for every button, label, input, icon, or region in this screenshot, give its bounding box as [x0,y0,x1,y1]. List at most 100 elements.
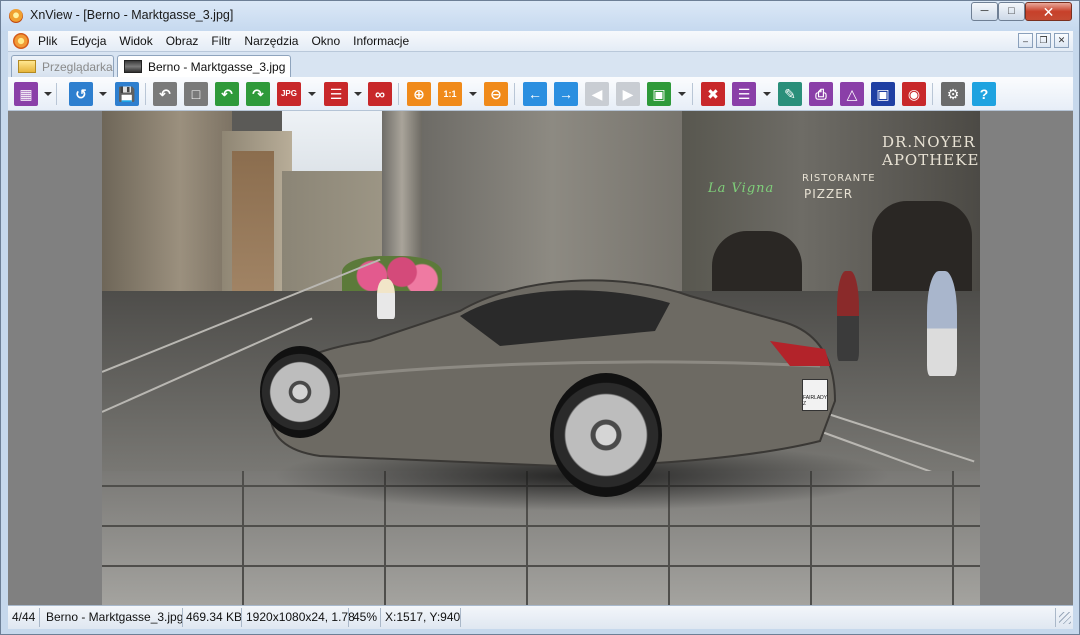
capture-icon[interactable]: ▣ [871,82,895,106]
image-pedestrian [927,271,957,376]
tab-image-viewer[interactable]: Berno - Marktgasse_3.jpg [117,55,291,77]
image-sign-pharmacy-2: APOTHEKE [882,151,980,169]
minimize-icon: ─ [980,5,989,17]
adjust-icon[interactable]: ☰ [324,82,348,106]
image-sign-pizzeria: PIZZER [804,187,854,201]
menu-filtr[interactable]: Filtr [211,34,231,48]
status-coordinates: X:1517, Y:940 [385,610,461,624]
zoom-in-icon[interactable]: ⊕ [407,82,431,106]
status-separator [380,608,381,627]
mdi-close-button[interactable]: ✕ [1054,33,1069,48]
tab-bar: Przeglądarka Berno - Marktgasse_3.jpg [8,52,1073,77]
status-image-index: 4/44 [12,610,36,624]
rotate-right-icon[interactable]: ↷ [246,82,270,106]
status-separator [1055,608,1056,627]
previous-icon[interactable]: ← [523,82,547,106]
tab-image-label: Berno - Marktgasse_3.jpg [148,59,286,74]
app-window: XnView - [Berno - Marktgasse_3.jpg] ─ □ … [0,0,1080,635]
close-icon: ✕ [1042,3,1055,20]
zoom-actual-icon[interactable]: 1:1 [438,82,462,106]
image-pedestrian [837,271,859,361]
edit-icon[interactable]: ✎ [778,82,802,106]
status-dimensions: 1920x1080x24, 1.78 [246,610,355,624]
properties-dropdown-icon[interactable] [763,92,771,96]
toolbar-separator [932,83,933,105]
menu-edycja[interactable]: Edycja [70,34,106,48]
save-icon[interactable]: 💾 [115,82,139,106]
menu-narzedzia[interactable]: Narzędzia [244,34,298,48]
slideshow-dropdown-icon[interactable] [678,92,686,96]
view-mode-dropdown-icon[interactable] [44,92,52,96]
help-icon[interactable]: ? [972,82,996,106]
status-separator [182,608,183,627]
status-filename: Berno - Marktgasse_3.jpg [46,610,184,624]
xnview-logo-icon[interactable] [9,9,23,23]
open-dropdown-icon[interactable] [99,92,107,96]
menu-obraz[interactable]: Obraz [166,34,199,48]
image-license-plate: FAIRLADY Z [802,379,828,411]
menu-bar: Plik Edycja Widok Obraz Filtr Narzędzia … [8,31,1073,52]
fullscreen-icon[interactable]: ✖ [701,82,725,106]
lossless-jpeg-icon[interactable]: JPG [277,82,301,106]
undo-icon[interactable]: ↶ [153,82,177,106]
menu-items: Plik Edycja Widok Obraz Filtr Narzędzia … [38,34,422,48]
zoom-out-icon[interactable]: ⊖ [484,82,508,106]
crop-icon[interactable]: □ [184,82,208,106]
image-pedestrian [377,279,395,319]
next-icon[interactable]: → [554,82,578,106]
title-bar: XnView - [Berno - Marktgasse_3.jpg] ─ □ … [1,1,1079,31]
properties-icon[interactable]: ☰ [732,82,756,106]
rotate-left-icon[interactable]: ↶ [215,82,239,106]
image-car-front-wheel [260,346,340,438]
image-car-rear-wheel [550,373,662,497]
toolbar-separator [56,83,57,105]
document-menu-icon[interactable] [13,33,29,49]
open-icon[interactable]: ↺ [69,82,93,106]
menu-plik[interactable]: Plik [38,34,57,48]
menu-okno[interactable]: Okno [311,34,340,48]
close-button[interactable]: ✕ [1025,2,1072,21]
status-separator [39,608,40,627]
scan-icon[interactable]: △ [840,82,864,106]
minimize-button[interactable]: ─ [971,2,998,21]
resize-grip-icon[interactable] [1059,612,1071,624]
status-zoom: 45% [353,610,378,624]
slideshow-icon[interactable]: ▣ [647,82,671,106]
adjust-dropdown-icon[interactable] [354,92,362,96]
image-sign-ristorante: RISTORANTE [802,173,876,184]
toolbar-separator [398,83,399,105]
view-mode-icon[interactable]: ▦ [14,82,38,106]
folder-icon [18,60,36,73]
maximize-button[interactable]: □ [998,2,1025,21]
zoom-dropdown-icon[interactable] [469,92,477,96]
jpeg-dropdown-icon[interactable] [308,92,316,96]
toolbar-separator [145,83,146,105]
window-title: XnView - [Berno - Marktgasse_3.jpg] [30,8,234,22]
status-filesize: 469.34 KB [186,610,243,624]
toolbar-separator [514,83,515,105]
image-fountain-column [382,111,422,271]
tab-browser-label: Przeglądarka [42,59,113,74]
mdi-minimize-button[interactable]: – [1018,33,1033,48]
help-icon-label: ? [979,86,989,102]
first-page-icon[interactable]: ◀ [585,82,609,106]
status-bar: 4/44 Berno - Marktgasse_3.jpg 469.34 KB … [8,605,1073,629]
status-separator [460,608,461,627]
image-viewport[interactable]: DR.NOYER APOTHEKE La Vigna RISTORANTE PI… [8,111,1073,605]
image-sign-pharmacy: DR.NOYER [882,133,976,151]
last-page-icon[interactable]: ▶ [616,82,640,106]
print-icon[interactable]: ⎙ [809,82,833,106]
image-sign-restaurant: La Vigna [708,181,775,196]
tab-browser[interactable]: Przeglądarka [11,55,114,77]
displayed-image[interactable]: DR.NOYER APOTHEKE La Vigna RISTORANTE PI… [102,111,980,605]
toolbar-separator [692,83,693,105]
camera-icon[interactable]: ◉ [902,82,926,106]
mdi-restore-button[interactable]: ❐ [1036,33,1051,48]
toolbar: ▦ ↺ 💾 ↶ □ ↶ ↷ JPG ☰ ∞ ⊕ 1:1 ⊖ ← → ◀ ▶ ▣ … [8,77,1073,111]
status-separator [348,608,349,627]
menu-informacje[interactable]: Informacje [353,34,409,48]
menu-widok[interactable]: Widok [119,34,152,48]
red-eye-icon[interactable]: ∞ [368,82,392,106]
settings-icon[interactable]: ⚙ [941,82,965,106]
maximize-icon: □ [1008,5,1015,17]
